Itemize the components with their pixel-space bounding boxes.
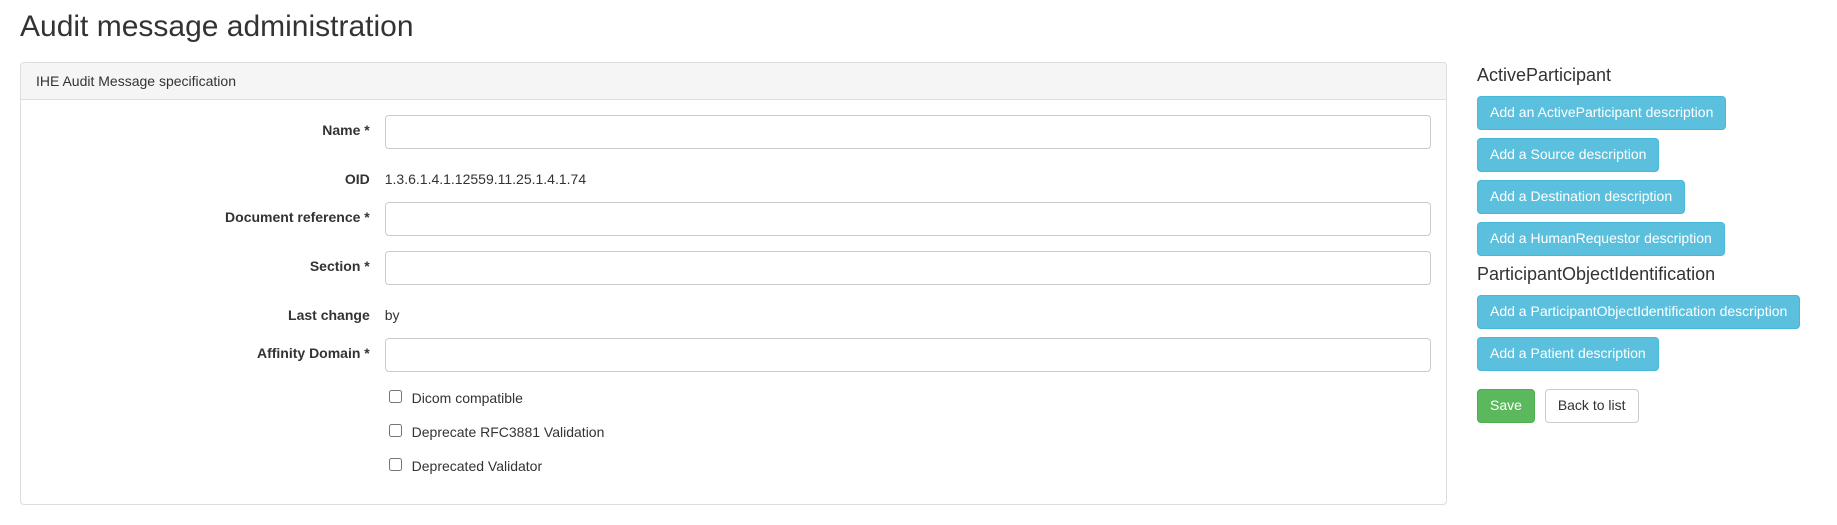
participant-object-heading: ParticipantObjectIdentification [1477, 264, 1817, 285]
panel-heading: IHE Audit Message specification [21, 63, 1446, 100]
name-input[interactable] [385, 115, 1431, 149]
add-poi-button[interactable]: Add a ParticipantObjectIdentification de… [1477, 295, 1800, 329]
deprecate-rfc-checkbox[interactable] [389, 424, 402, 437]
active-participant-heading: ActiveParticipant [1477, 65, 1817, 86]
add-patient-button[interactable]: Add a Patient description [1477, 337, 1659, 371]
sidebar: ActiveParticipant Add an ActiveParticipa… [1477, 62, 1817, 431]
oid-value: 1.3.6.1.4.1.12559.11.25.1.4.1.74 [385, 164, 1431, 187]
oid-label: OID [36, 164, 385, 187]
deprecated-validator-checkbox-label[interactable]: Deprecated Validator [385, 458, 542, 474]
page-title: Audit message administration [20, 10, 1817, 44]
back-to-list-button[interactable]: Back to list [1545, 389, 1639, 423]
name-label: Name * [36, 115, 385, 138]
deprecate-rfc-checkbox-text: Deprecate RFC3881 Validation [412, 424, 605, 440]
deprecated-validator-checkbox[interactable] [389, 458, 402, 471]
save-button[interactable]: Save [1477, 389, 1535, 423]
spec-panel: IHE Audit Message specification Name * O… [20, 62, 1447, 505]
add-destination-button[interactable]: Add a Destination description [1477, 180, 1685, 214]
doc-ref-label: Document reference * [36, 202, 385, 225]
section-input[interactable] [385, 251, 1431, 285]
doc-ref-input[interactable] [385, 202, 1431, 236]
affinity-label: Affinity Domain * [36, 338, 385, 361]
deprecate-rfc-checkbox-label[interactable]: Deprecate RFC3881 Validation [385, 424, 605, 440]
dicom-checkbox-text: Dicom compatible [412, 390, 523, 406]
add-activeparticipant-button[interactable]: Add an ActiveParticipant description [1477, 96, 1726, 130]
dicom-checkbox-label[interactable]: Dicom compatible [385, 390, 523, 406]
add-source-button[interactable]: Add a Source description [1477, 138, 1659, 172]
dicom-checkbox[interactable] [389, 390, 402, 403]
deprecated-validator-checkbox-text: Deprecated Validator [412, 458, 542, 474]
last-change-value: by [385, 300, 1431, 323]
add-humanrequestor-button[interactable]: Add a HumanRequestor description [1477, 222, 1725, 256]
last-change-label: Last change [36, 300, 385, 323]
section-label: Section * [36, 251, 385, 274]
affinity-input[interactable] [385, 338, 1431, 372]
